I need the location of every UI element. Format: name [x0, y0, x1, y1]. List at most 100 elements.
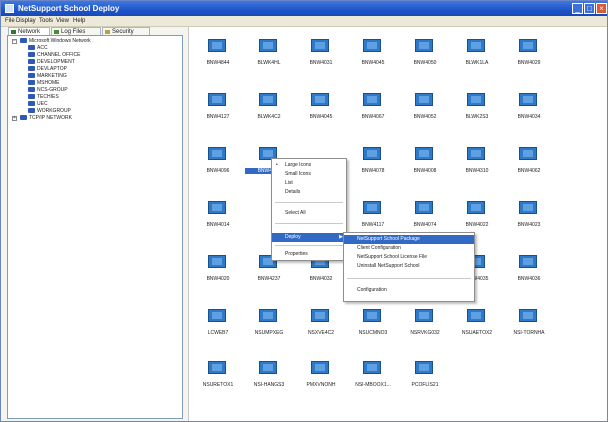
client-label: BLWK4HL — [257, 60, 281, 66]
client-label: BNW4045 — [309, 114, 333, 120]
tree-item-workgroup[interactable]: WORKGROUP — [28, 108, 71, 114]
client-label: NSI-MBOOX1... — [355, 382, 391, 388]
deploy-submenu-item-uninstall[interactable]: Uninstall NetSupport School — [344, 262, 474, 271]
client-computer[interactable]: NSUAETOX2 — [453, 305, 501, 345]
client-computer[interactable]: BNW4117 — [349, 197, 397, 237]
computer-icon — [519, 147, 537, 160]
close-button[interactable]: × — [596, 3, 607, 14]
tree-item-acc[interactable]: ACC — [28, 45, 48, 51]
context-menu-item-properties[interactable]: Properties — [272, 250, 346, 259]
menu-display[interactable]: Display — [16, 17, 36, 25]
menu-item-label: Properties — [285, 251, 308, 257]
tree-label: DEVELOPMENT — [37, 59, 75, 65]
deploy-submenu-item-configuration[interactable]: Configuration — [344, 286, 474, 295]
client-computer[interactable]: BNW4310 — [453, 143, 501, 183]
context-menu-item-details[interactable]: Details — [272, 188, 346, 197]
client-computer[interactable]: PMXVNONH — [297, 357, 345, 397]
workgroup-icon — [28, 66, 35, 71]
context-menu-item-list[interactable]: List — [272, 179, 346, 188]
client-computer[interactable]: BNW4014 — [194, 197, 242, 237]
client-label: BNW4014 — [206, 222, 230, 228]
context-menu-item-deploy[interactable]: Deploy ▶ — [272, 233, 346, 242]
client-label: LCWEB7 — [207, 330, 229, 336]
context-menu-item-small-icons[interactable]: Small Icons — [272, 170, 346, 179]
client-label: NSI-TORNHA — [513, 330, 545, 336]
client-computer[interactable]: BLWK2S3 — [453, 89, 501, 129]
client-computer[interactable]: NSXVE4C2 — [297, 305, 345, 345]
client-computer[interactable]: BNW4034 — [505, 89, 553, 129]
menu-file[interactable]: File — [5, 17, 15, 25]
client-computer[interactable]: BNW4020 — [194, 251, 242, 291]
client-computer[interactable]: BNW4078 — [349, 143, 397, 183]
tree-label: TECHIES — [37, 94, 59, 100]
computer-icon — [311, 361, 329, 374]
client-computer[interactable]: BNW4050 — [401, 35, 449, 75]
client-computer[interactable]: BNW4045 — [297, 89, 345, 129]
title-bar: NetSupport School Deploy _ □ × — [1, 1, 607, 16]
client-computer[interactable]: NSRVKG032 — [401, 305, 449, 345]
menu-tools[interactable]: Tools — [39, 17, 53, 25]
deploy-submenu-item-license-file[interactable]: NetSupport School License File — [344, 253, 474, 262]
client-computer[interactable]: BNW4844 — [194, 35, 242, 75]
client-computer[interactable]: NSUMPXEG — [245, 305, 293, 345]
tree-item-marketing[interactable]: MARKETING — [28, 73, 67, 79]
tree-label: Microsoft Windows Network — [29, 38, 91, 44]
computer-icon — [363, 93, 381, 106]
tree-expand-toggle[interactable]: + — [12, 116, 17, 121]
menu-help[interactable]: Help — [73, 17, 85, 25]
client-computer[interactable]: BNW4074 — [401, 197, 449, 237]
client-label: BNW4117 — [361, 222, 385, 228]
tree-item-devlaptop[interactable]: DEVLAPTOP — [28, 66, 67, 72]
tree-collapse-toggle[interactable]: − — [12, 39, 17, 44]
tree-item-channel-office[interactable]: CHANNEL OFFICE — [28, 52, 80, 58]
client-computer[interactable]: BLWK4HL — [245, 35, 293, 75]
client-computer[interactable]: BNW4036 — [505, 251, 553, 291]
client-computer[interactable]: PCOFLIS21 — [401, 357, 449, 397]
computer-icon — [519, 255, 537, 268]
client-computer[interactable]: BNW4062 — [505, 143, 553, 183]
computer-icon — [467, 147, 485, 160]
client-computer[interactable]: BNW4045 — [349, 35, 397, 75]
client-computer[interactable]: NSI-HANGS3 — [245, 357, 293, 397]
client-computer[interactable]: BNW4031 — [297, 35, 345, 75]
network-tree-pane: − Microsoft Windows Network ACC CHANNEL … — [7, 35, 183, 419]
tree-item-development[interactable]: DEVELOPMENT — [28, 59, 75, 65]
minimize-button[interactable]: _ — [572, 3, 583, 14]
client-label: NSUMPXEG — [254, 330, 284, 336]
client-computer[interactable]: BNW4022 — [453, 197, 501, 237]
tree-root-tcpip[interactable]: TCP/IP NETWORK — [20, 115, 72, 121]
workgroup-icon — [28, 73, 35, 78]
workgroup-icon — [28, 87, 35, 92]
client-computer[interactable]: BNW4067 — [349, 89, 397, 129]
client-computer[interactable]: BLWK4C2 — [245, 89, 293, 129]
deploy-submenu-item-client-configuration[interactable]: Client Configuration — [344, 244, 474, 253]
client-computer[interactable]: BLWK1LA — [453, 35, 501, 75]
client-computer[interactable]: BNW4023 — [505, 197, 553, 237]
tree-item-mshome[interactable]: MSHOME — [28, 80, 60, 86]
client-computer[interactable]: NSUCMNO3 — [349, 305, 397, 345]
menu-view[interactable]: View — [56, 17, 69, 25]
client-computer[interactable]: NSI-MBOOX1... — [349, 357, 397, 397]
tree-item-techies[interactable]: TECHIES — [28, 94, 59, 100]
client-computer[interactable]: NSI-TORNHA — [505, 305, 553, 345]
client-computer[interactable]: LCWEB7 — [194, 305, 242, 345]
context-menu-item-select-all[interactable]: Select All — [272, 209, 346, 218]
context-menu-item-large-icons[interactable]: • Large Icons — [272, 161, 346, 170]
maximize-button[interactable]: □ — [584, 3, 595, 14]
client-computer[interactable]: BNW4008 — [401, 143, 449, 183]
deploy-submenu-item-school-package[interactable]: NetSupport School Package — [344, 235, 474, 244]
client-computer[interactable]: BNW4096 — [194, 143, 242, 183]
menu-item-label: Small Icons — [285, 171, 311, 177]
client-computer[interactable]: BNW4127 — [194, 89, 242, 129]
client-computer[interactable]: BNW4052 — [401, 89, 449, 129]
client-label: BNW4067 — [361, 114, 385, 120]
tree-root-network[interactable]: Microsoft Windows Network — [20, 38, 91, 44]
tree-item-uec[interactable]: UEC — [28, 101, 48, 107]
client-computer[interactable]: BNW4029 — [505, 35, 553, 75]
computer-icon — [259, 93, 277, 106]
tree-label: UEC — [37, 101, 48, 107]
client-label: NSI-HANGS3 — [253, 382, 285, 388]
menu-item-label: Select All — [285, 210, 306, 216]
client-computer[interactable]: NSURETOX1 — [194, 357, 242, 397]
tree-item-ncs-group[interactable]: NCS-GROUP — [28, 87, 68, 93]
